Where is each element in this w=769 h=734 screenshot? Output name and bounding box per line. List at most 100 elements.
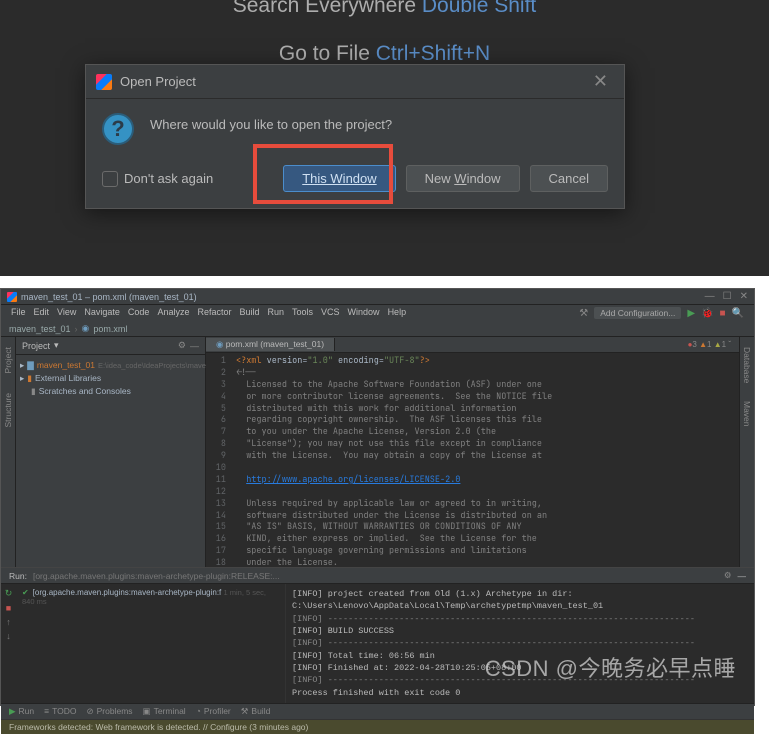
run-tree[interactable]: ✔[org.apache.maven.plugins:maven-archety… bbox=[16, 584, 286, 703]
console-line: [INFO] BUILD SUCCESS bbox=[292, 625, 748, 637]
status-run[interactable]: ▶Run bbox=[9, 706, 34, 717]
menu-code[interactable]: Code bbox=[128, 307, 150, 319]
menu-file[interactable]: File bbox=[11, 307, 26, 319]
console-line: [INFO] ---------------------------------… bbox=[292, 613, 748, 625]
menu-vcs[interactable]: VCS bbox=[321, 307, 340, 319]
status-bar: ▶Run ≡TODO ⊘Problems ▣Terminal ◔Profiler… bbox=[1, 703, 754, 719]
scratches-icon: ▮ bbox=[31, 385, 36, 398]
menu-help[interactable]: Help bbox=[388, 307, 407, 319]
tool-maven-tab[interactable]: Maven bbox=[742, 401, 752, 427]
menu-build[interactable]: Build bbox=[239, 307, 259, 319]
dont-ask-checkbox[interactable]: Don't ask again bbox=[102, 171, 213, 187]
project-header-label: Project bbox=[22, 341, 50, 351]
open-project-dialog: Open Project ✕ ? Where would you like to… bbox=[85, 64, 625, 209]
tool-database-tab[interactable]: Database bbox=[742, 347, 752, 383]
library-icon: ▮ bbox=[27, 372, 32, 385]
add-configuration-button[interactable]: Add Configuration... bbox=[594, 307, 681, 319]
checkbox-label: Don't ask again bbox=[124, 171, 213, 186]
menu-analyze[interactable]: Analyze bbox=[157, 307, 189, 319]
menu-window[interactable]: Window bbox=[348, 307, 380, 319]
run-header-label: Run: bbox=[9, 571, 27, 581]
tool-structure-tab[interactable]: Structure bbox=[3, 393, 13, 428]
rerun-icon[interactable]: ↻ bbox=[5, 588, 13, 599]
cancel-button[interactable]: Cancel bbox=[530, 165, 608, 192]
intellij-icon bbox=[7, 292, 17, 302]
open-project-dialog-screenshot: Search Everywhere Double Shift Go to Fil… bbox=[0, 0, 769, 276]
status-build[interactable]: ⚒Build bbox=[241, 706, 271, 717]
menu-bar: File Edit View Navigate Code Analyze Ref… bbox=[1, 305, 754, 321]
stop-icon[interactable]: ■ bbox=[720, 308, 726, 319]
checkbox-box-icon bbox=[102, 171, 118, 187]
close-icon[interactable]: ✕ bbox=[587, 71, 614, 92]
code-content[interactable]: <?xml version="1.0" encoding="UTF-8"?> <… bbox=[230, 353, 739, 567]
menu-run[interactable]: Run bbox=[268, 307, 285, 319]
menu-view[interactable]: View bbox=[57, 307, 76, 319]
xml-file-icon: ◉ bbox=[216, 339, 223, 349]
editor-gutter: 123456789101112131415161718 bbox=[206, 353, 230, 567]
dialog-title: Open Project bbox=[120, 74, 587, 89]
status-todo[interactable]: ≡TODO bbox=[44, 706, 76, 716]
menu-refactor[interactable]: Refactor bbox=[197, 307, 231, 319]
framework-tip-bar[interactable]: Frameworks detected: Web framework is de… bbox=[1, 719, 754, 734]
inspection-status[interactable]: ●3 ▲1 ▲1 ˇ bbox=[680, 340, 739, 349]
background-hint-goto: Go to File Ctrl+Shift+N bbox=[0, 42, 769, 66]
search-icon[interactable]: 🔍 bbox=[732, 308, 744, 319]
left-tool-strip: Project Structure bbox=[1, 337, 16, 567]
run-target-label: [org.apache.maven.plugins:maven-archetyp… bbox=[33, 571, 280, 581]
hammer-icon[interactable]: ⚒ bbox=[579, 308, 588, 319]
gear-icon[interactable]: ⚙ bbox=[724, 570, 732, 581]
breadcrumb-file[interactable]: pom.xml bbox=[93, 324, 127, 334]
folder-icon: ▇ bbox=[27, 359, 34, 372]
editor-tab-pom[interactable]: ◉ pom.xml (maven_test_01) bbox=[206, 338, 335, 351]
console-line: Process finished with exit code 0 bbox=[292, 687, 748, 699]
status-profiler[interactable]: ◔Profiler bbox=[196, 706, 231, 716]
dialog-message: Where would you like to open the project… bbox=[150, 113, 392, 145]
intellij-icon bbox=[96, 74, 112, 90]
chevron-right-icon: ▸ bbox=[20, 372, 24, 385]
csdn-watermark: CSDN @今晚务必早点睡 bbox=[485, 651, 736, 683]
new-window-button[interactable]: New Window bbox=[406, 165, 520, 192]
breadcrumb: maven_test_01 › ◉ pom.xml bbox=[1, 321, 754, 337]
maximize-icon[interactable]: ☐ bbox=[723, 291, 732, 302]
intellij-editor-window: maven_test_01 – pom.xml (maven_test_01) … bbox=[0, 288, 755, 706]
window-title-bar: maven_test_01 – pom.xml (maven_test_01) … bbox=[1, 289, 754, 305]
gear-icon[interactable]: ⚙ bbox=[178, 340, 186, 351]
collapse-icon[interactable]: — bbox=[190, 341, 199, 351]
check-icon: ✔ bbox=[22, 588, 29, 597]
stop-icon[interactable]: ■ bbox=[6, 603, 11, 613]
run-console[interactable]: [INFO] project created from Old (1.x) Ar… bbox=[286, 584, 754, 703]
run-toolbar: ↻ ■ ↑ ↓ bbox=[1, 584, 16, 703]
menu-tools[interactable]: Tools bbox=[292, 307, 313, 319]
window-title: maven_test_01 – pom.xml (maven_test_01) bbox=[21, 292, 197, 302]
debug-icon[interactable]: 🐞 bbox=[701, 308, 713, 319]
tool-project-tab[interactable]: Project bbox=[3, 347, 13, 373]
minimize-icon[interactable]: — bbox=[705, 291, 715, 302]
chevron-right-icon: ▸ bbox=[20, 359, 24, 372]
run-icon: ▶ bbox=[9, 706, 16, 717]
right-tool-strip: Database Maven bbox=[739, 337, 754, 567]
menu-edit[interactable]: Edit bbox=[34, 307, 50, 319]
editor-area: ◉ pom.xml (maven_test_01) ●3 ▲1 ▲1 ˇ 123… bbox=[206, 337, 739, 567]
tree-scratches[interactable]: ▮ Scratches and Consoles bbox=[20, 385, 201, 398]
status-problems[interactable]: ⊘Problems bbox=[87, 706, 133, 717]
run-icon[interactable]: ▶ bbox=[687, 308, 695, 319]
collapse-icon[interactable]: — bbox=[738, 571, 747, 581]
menu-navigate[interactable]: Navigate bbox=[84, 307, 120, 319]
chevron-down-icon[interactable]: ▾ bbox=[54, 340, 59, 351]
down-icon[interactable]: ↓ bbox=[6, 631, 11, 641]
up-icon[interactable]: ↑ bbox=[6, 617, 11, 627]
console-line: [INFO] project created from Old (1.x) Ar… bbox=[292, 588, 748, 613]
question-icon: ? bbox=[102, 113, 134, 145]
code-editor[interactable]: 123456789101112131415161718 <?xml versio… bbox=[206, 353, 739, 567]
status-terminal[interactable]: ▣Terminal bbox=[143, 706, 186, 717]
this-window-button[interactable]: This Window bbox=[283, 165, 395, 192]
project-tool-window: Project ▾ ⚙ — ▸ ▇ maven_test_01 E:\idea_… bbox=[16, 337, 206, 567]
tree-external-libraries[interactable]: ▸ ▮ External Libraries bbox=[20, 372, 201, 385]
tree-root-node[interactable]: ▸ ▇ maven_test_01 E:\idea_code\IdeaProje… bbox=[20, 359, 201, 372]
background-hint-search: Search Everywhere Double Shift bbox=[0, 0, 769, 18]
dialog-title-bar: Open Project ✕ bbox=[86, 65, 624, 99]
console-line: [INFO] ---------------------------------… bbox=[292, 637, 748, 649]
xml-file-icon: ◉ bbox=[82, 323, 90, 334]
breadcrumb-project[interactable]: maven_test_01 bbox=[9, 324, 71, 334]
close-icon[interactable]: ✕ bbox=[740, 291, 748, 302]
